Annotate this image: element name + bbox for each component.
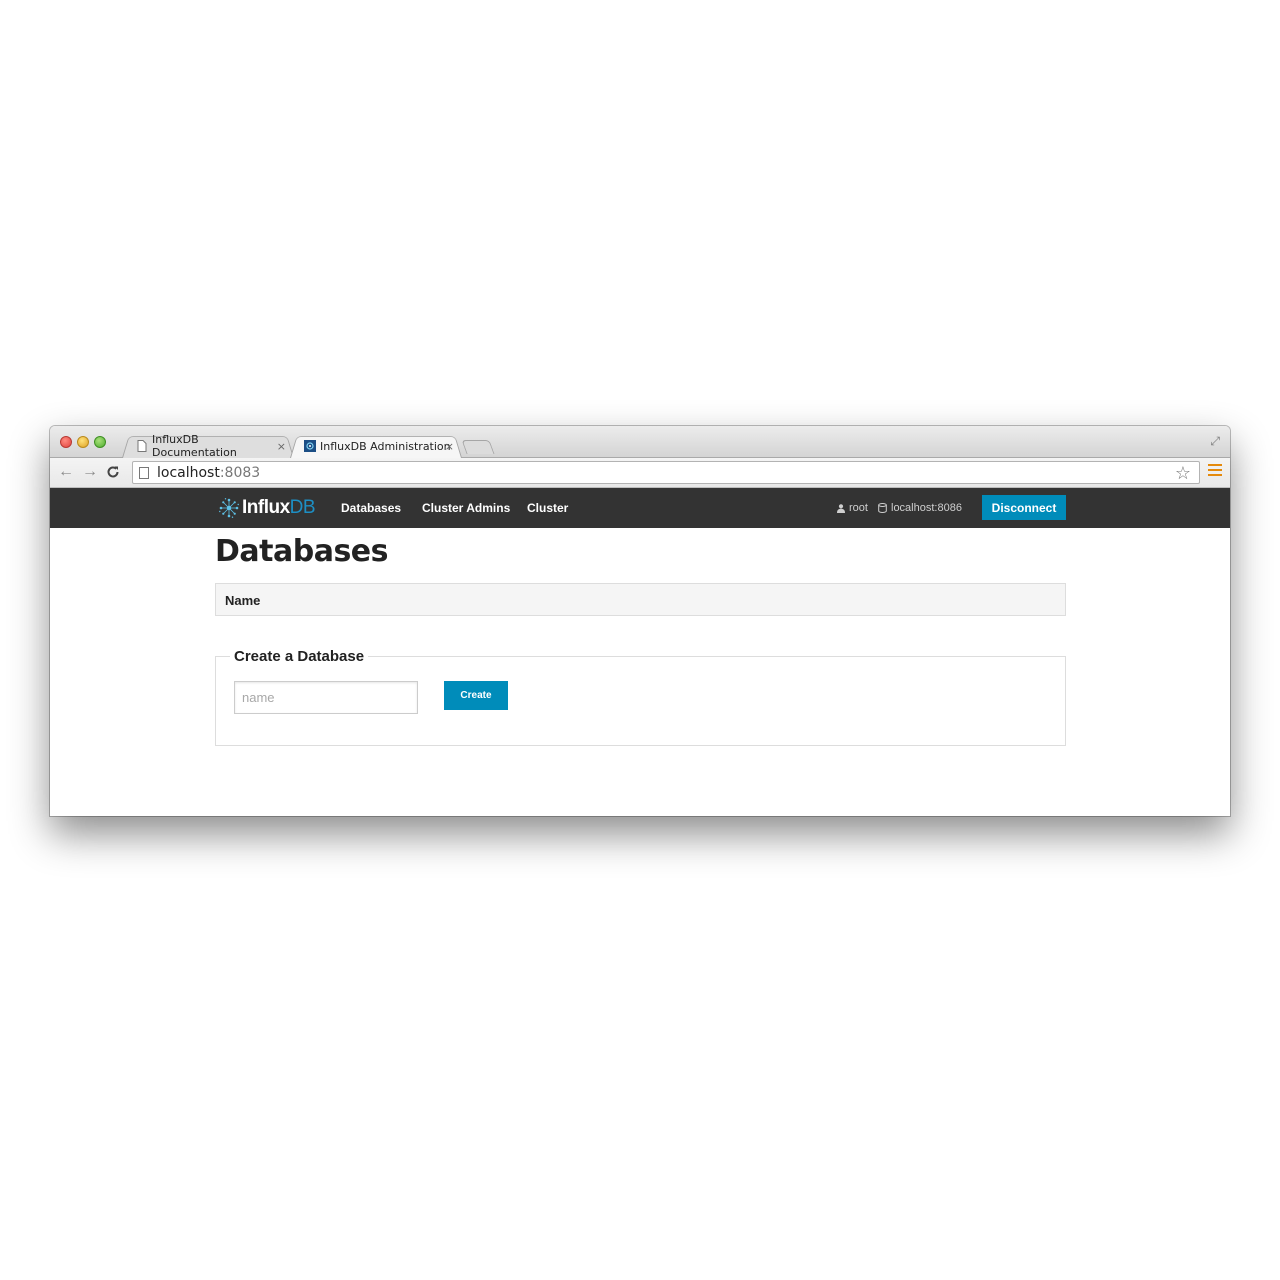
address-bar[interactable]: localhost:8083 ☆	[132, 461, 1200, 484]
connected-host: localhost:8086	[878, 502, 962, 514]
tab-title: InfluxDB Documentation	[152, 433, 237, 459]
influxdb-favicon-icon	[304, 440, 316, 452]
minimize-window-icon[interactable]	[77, 436, 89, 448]
influxdb-logo-icon	[219, 498, 239, 518]
main-content: Databases Name Create a Database Create	[50, 528, 1230, 816]
back-arrow-icon[interactable]: ←	[58, 463, 74, 481]
current-user: root	[837, 502, 868, 514]
bookmark-star-icon[interactable]: ☆	[1175, 463, 1191, 484]
host-name: localhost:8086	[891, 502, 962, 514]
tab-influxdb-administration[interactable]: InfluxDB Administration ×	[290, 434, 462, 458]
nav-cluster-admins[interactable]: Cluster Admins	[422, 501, 510, 515]
browser-menu-icon[interactable]	[1208, 464, 1222, 478]
nav-cluster[interactable]: Cluster	[527, 501, 568, 515]
create-database-legend: Create a Database	[230, 648, 369, 665]
new-tab-button[interactable]	[461, 440, 495, 454]
close-window-icon[interactable]	[60, 436, 72, 448]
page-title: Databases	[215, 534, 389, 569]
fullscreen-icon[interactable]: ⤢	[1210, 434, 1220, 449]
tab-influxdb-documentation[interactable]: InfluxDB Documentation ×	[122, 433, 294, 459]
user-name: root	[849, 502, 868, 514]
app-navbar: Influx DB Databases Cluster Admins Cluste…	[50, 488, 1230, 528]
browser-window: InfluxDB Documentation × InfluxDB Admini…	[50, 426, 1230, 816]
browser-toolbar: ← → localhost:8083 ☆	[50, 458, 1230, 488]
close-tab-icon[interactable]: ×	[445, 440, 454, 453]
user-icon	[837, 503, 845, 513]
databases-table-header: Name	[215, 583, 1066, 616]
create-database-form: Create a Database Create	[215, 648, 1066, 746]
url-host: localhost	[157, 464, 220, 481]
forward-arrow-icon[interactable]: →	[82, 463, 98, 481]
tab-title: InfluxDB Administration	[320, 439, 451, 453]
page-icon	[139, 466, 149, 479]
browser-titlebar: InfluxDB Documentation × InfluxDB Admini…	[50, 426, 1230, 459]
database-icon	[878, 503, 887, 513]
database-name-input[interactable]	[234, 681, 418, 714]
zoom-window-icon[interactable]	[94, 436, 106, 448]
column-header-name: Name	[225, 593, 261, 608]
url-port: :8083	[219, 464, 261, 481]
close-tab-icon[interactable]: ×	[277, 440, 286, 453]
create-button[interactable]: Create	[444, 681, 508, 710]
disconnect-button[interactable]: Disconnect	[982, 495, 1066, 520]
brand-name-secondary: DB	[289, 497, 316, 518]
nav-databases[interactable]: Databases	[341, 501, 401, 515]
page-icon	[136, 440, 148, 452]
reload-icon[interactable]	[106, 463, 120, 484]
brand-name-primary: Influx	[242, 497, 290, 518]
influxdb-logo[interactable]: Influx DB	[218, 497, 316, 519]
